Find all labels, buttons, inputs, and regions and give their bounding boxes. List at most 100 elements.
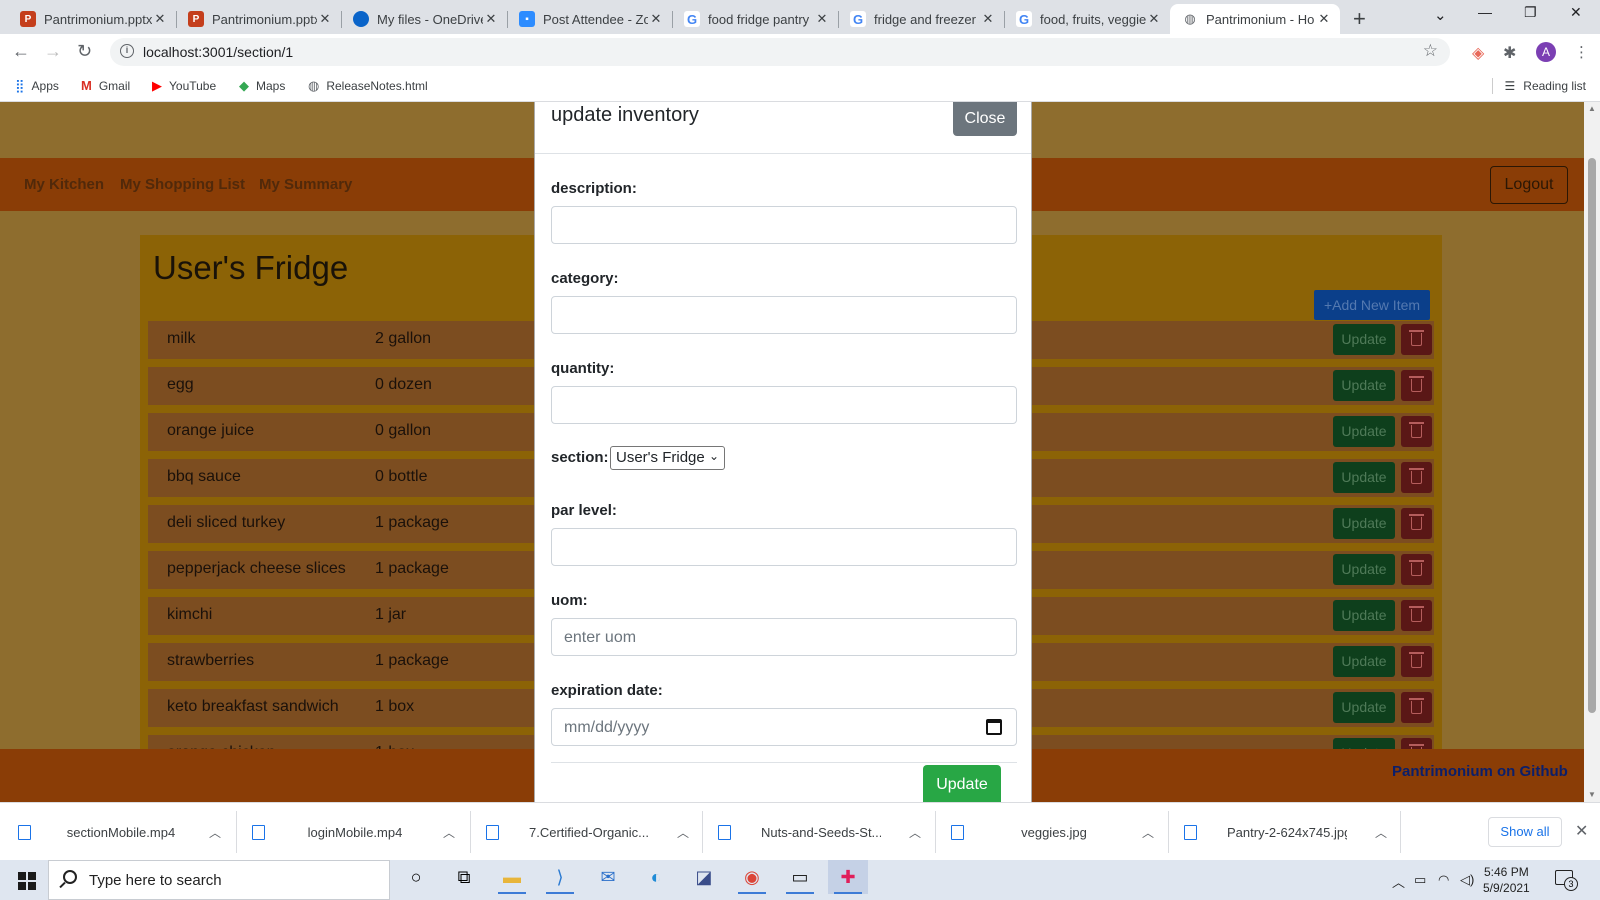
profile-avatar[interactable]: A [1536,42,1556,62]
scroll-up-icon[interactable]: ▲ [1588,104,1596,113]
update-item-button[interactable]: Update [1333,600,1395,631]
visual-studio-icon[interactable]: ◪ [684,860,724,894]
tab-pptx-1[interactable]: P Pantrimonium.pptx ✕ [8,4,176,34]
close-tab-icon[interactable]: ✕ [980,11,996,27]
close-shelf-icon[interactable]: ✕ [1575,821,1588,841]
taskbar-clock[interactable]: 5:46 PM 5/9/2021 [1483,864,1530,896]
nav-my-shopping-list[interactable]: My Shopping List [120,176,245,193]
chevron-up-icon[interactable]: ︿ [1142,824,1154,841]
logout-button[interactable]: Logout [1490,166,1568,204]
windows-start-icon[interactable] [18,872,36,890]
tab-pantrimonium-active[interactable]: ◍ Pantrimonium - Ho ✕ [1170,4,1340,34]
terminal-icon[interactable]: ▭ [780,860,820,894]
delete-item-button[interactable] [1401,508,1432,539]
expiration-date-field[interactable]: mm/dd/yyyy [551,708,1017,746]
quantity-field[interactable] [551,386,1017,424]
github-link[interactable]: Pantrimonium on Github [1392,763,1568,780]
close-tab-icon[interactable]: ✕ [814,11,830,27]
par-level-field[interactable] [551,528,1017,566]
nav-my-summary[interactable]: My Summary [259,176,352,193]
delete-item-button[interactable] [1401,692,1432,723]
close-tab-icon[interactable]: ✕ [648,11,664,27]
tab-google-3[interactable]: G food, fruits, veggie ✕ [1004,4,1170,34]
chevron-up-icon[interactable]: ︿ [443,824,455,841]
tab-pptx-2[interactable]: P Pantrimonium.pptx ✕ [176,4,341,34]
delete-item-button[interactable] [1401,416,1432,447]
url-text[interactable]: localhost:3001/section/1 [143,44,293,60]
task-view-icon[interactable]: ⧉ [444,860,484,894]
delete-item-button[interactable] [1401,324,1432,355]
window-close-icon[interactable]: ✕ [1570,4,1582,21]
update-item-button[interactable]: Update [1333,462,1395,493]
update-item-button[interactable]: Update [1333,370,1395,401]
new-tab-icon[interactable]: + [1353,6,1366,32]
tab-google-1[interactable]: G food fridge pantry ✕ [672,4,838,34]
delete-item-button[interactable] [1401,462,1432,493]
update-item-button[interactable]: Update [1333,554,1395,585]
delete-item-button[interactable] [1401,600,1432,631]
add-new-item-button[interactable]: +Add New Item [1314,290,1430,320]
section-select[interactable]: User's Fridge ⌄ [610,446,725,470]
delete-item-button[interactable] [1401,646,1432,677]
scrollbar-thumb[interactable] [1588,158,1596,713]
update-item-button[interactable]: Update [1333,646,1395,677]
show-all-downloads-button[interactable]: Show all [1488,817,1562,847]
chevron-up-icon[interactable]: ︿ [909,824,921,841]
chevron-up-icon[interactable]: ︿ [1375,824,1387,841]
download-item[interactable]: Pantry-2-624x745.jpg ︿ [1184,803,1387,861]
address-bar[interactable]: i localhost:3001/section/1 ☆ [110,38,1450,66]
update-item-button[interactable]: Update [1333,508,1395,539]
chevron-up-icon[interactable]: ︿ [677,824,689,841]
scroll-down-icon[interactable]: ▼ [1588,790,1596,799]
forward-icon[interactable]: → [44,41,62,62]
minimize-icon[interactable]: — [1478,4,1492,20]
close-tab-icon[interactable]: ✕ [1316,11,1332,27]
download-item[interactable]: veggies.jpg ︿ [951,803,1154,861]
tab-onedrive[interactable]: My files - OneDrive ✕ [341,4,507,34]
uom-field[interactable]: enter uom [551,618,1017,656]
tab-zoom[interactable]: ▪ Post Attendee - Zo ✕ [507,4,672,34]
menu-kebab-icon[interactable]: ⋮ [1574,43,1589,61]
slack-icon[interactable]: ✚ [828,860,868,894]
update-item-button[interactable]: Update [1333,416,1395,447]
taskbar-search[interactable]: Type here to search [48,860,390,900]
notification-center-icon[interactable]: 3 [1555,870,1578,891]
close-tab-icon[interactable]: ✕ [317,11,333,27]
bookmark-releasenotes[interactable]: ◍ ReleaseNotes.html [308,78,428,94]
mail-icon[interactable]: ✉ [588,860,628,894]
close-tab-icon[interactable]: ✕ [1146,11,1162,27]
extension-icon[interactable]: ◈ [1472,43,1484,63]
chevron-up-icon[interactable]: ︿ [209,824,221,841]
update-submit-button[interactable]: Update [923,765,1001,802]
download-item[interactable]: Nuts-and-Seeds-St....jpg ︿ [718,803,921,861]
download-item[interactable]: loginMobile.mp4 ︿ [252,803,455,861]
download-item[interactable]: 7.Certified-Organic....jpg ︿ [486,803,689,861]
bookmark-maps[interactable]: ◆ Maps [239,78,285,94]
extensions-puzzle-icon[interactable]: ✱ [1503,43,1516,63]
tray-overflow-icon[interactable]: ︿ [1392,872,1405,891]
description-field[interactable] [551,206,1017,244]
calendar-icon[interactable] [986,719,1002,735]
download-item[interactable]: sectionMobile.mp4 ︿ [18,803,221,861]
site-info-icon[interactable]: i [120,44,134,58]
tab-search-icon[interactable]: ⌄ [1434,6,1447,24]
page-scrollbar[interactable]: ▲ ▼ [1584,102,1600,802]
restore-icon[interactable]: ❐ [1524,4,1537,21]
chrome-icon[interactable]: ◉ [732,860,772,894]
category-field[interactable] [551,296,1017,334]
bookmark-gmail[interactable]: M Gmail [81,78,130,93]
delete-item-button[interactable] [1401,554,1432,585]
tab-google-2[interactable]: G fridge and freezer s ✕ [838,4,1004,34]
reading-list[interactable]: ☰ Reading list [1491,78,1586,94]
file-explorer-icon[interactable]: ▬ [492,860,532,894]
nav-my-kitchen[interactable]: My Kitchen [24,176,104,193]
bookmark-apps[interactable]: ⣿ Apps [15,78,59,94]
bookmark-star-icon[interactable]: ☆ [1423,41,1438,61]
wifi-icon[interactable]: ◠ [1438,872,1449,888]
delete-item-button[interactable] [1401,370,1432,401]
edge-icon[interactable]: ◐ [636,860,676,894]
close-button[interactable]: Close [953,102,1017,136]
bookmark-youtube[interactable]: ▶ YouTube [152,78,216,94]
cortana-icon[interactable]: ○ [396,860,436,894]
back-icon[interactable]: ← [12,41,30,62]
